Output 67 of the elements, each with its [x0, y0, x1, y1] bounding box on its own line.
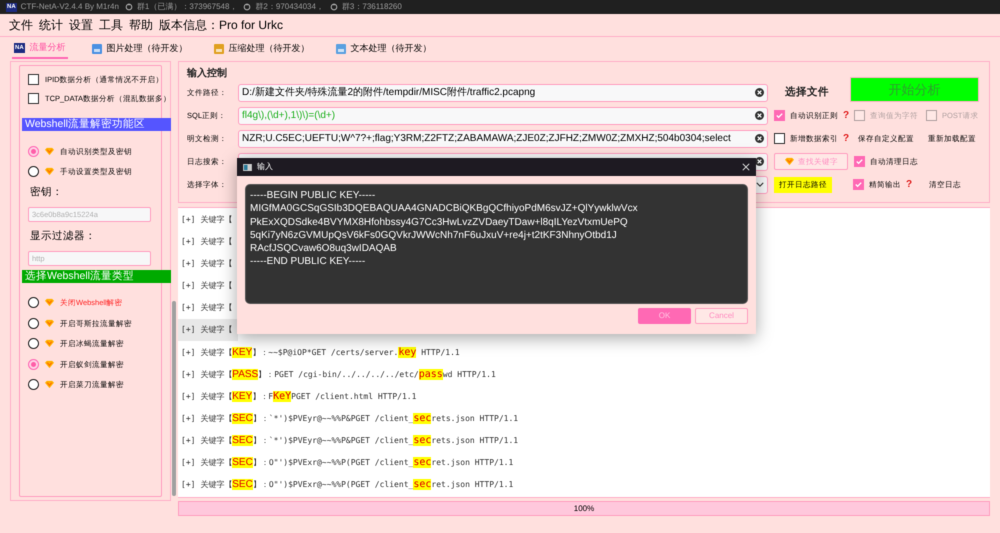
- log-line[interactable]: [+] 关键字【KEY】：FKeYPGET /client.html HTTP/1.1: [178, 385, 990, 407]
- help-icon[interactable]: ?: [843, 108, 850, 123]
- group-number: 群2：970434034，: [255, 1, 324, 13]
- input-field[interactable]: NZR;U.C5EC;UEFTU;W^7?+;flag;Y3RM;Z2FTZ;ZABAMAWA;ZJE0Z;ZJFHZ;ZMW0Z;ZMXHZ;504b0304;select: [238, 130, 768, 148]
- radio-button[interactable]: [28, 358, 39, 370]
- menu-item[interactable]: 文件: [9, 16, 33, 34]
- radio-button[interactable]: [28, 338, 39, 350]
- tab-icon: [92, 44, 102, 54]
- tab-icon: [214, 44, 224, 54]
- input-field[interactable]: D:/新建文件夹/特殊流量2的附件/tempdir/MISC附件/traffic2.pcapng: [238, 84, 768, 102]
- diamond-icon: [44, 360, 55, 369]
- help-icon[interactable]: ?: [906, 177, 912, 192]
- diamond-icon: [44, 298, 55, 308]
- diamond-icon: [44, 339, 55, 348]
- field-label: 密钥：: [29, 185, 64, 200]
- group-number: 群1（已满）：373967548，: [136, 1, 238, 13]
- checkbox[interactable]: [853, 179, 864, 190]
- log-line[interactable]: [+] 关键字【SEC】：`*')$PVEyr@~~%%P&PGET /client_sec rets.json HTTP/1.1: [178, 407, 990, 429]
- checkbox[interactable]: [28, 93, 39, 104]
- select-file-button[interactable]: 选择文件: [774, 84, 840, 100]
- radio-button[interactable]: [28, 318, 39, 329]
- tab[interactable]: 文本处理（待开发）: [334, 39, 434, 59]
- window-title: CTF-NetA-V2.4.4 By M1r4n: [20, 1, 119, 13]
- window-icon: [243, 164, 252, 170]
- checkbox[interactable]: [854, 156, 865, 167]
- clear-icon[interactable]: [755, 111, 764, 120]
- radio-button[interactable]: [28, 166, 39, 178]
- radio-button[interactable]: [28, 146, 39, 157]
- radio-button[interactable]: [28, 379, 39, 390]
- radio-button[interactable]: [28, 297, 39, 308]
- dialog-title: 输入: [257, 161, 274, 173]
- checkbox[interactable]: [774, 110, 785, 121]
- menu-item[interactable]: 工具: [99, 16, 123, 34]
- checkbox[interactable]: [28, 74, 39, 85]
- help-icon[interactable]: ?: [843, 131, 850, 146]
- diamond-icon: [44, 380, 55, 390]
- chevron-down-icon: [756, 182, 764, 187]
- log-line[interactable]: [+] 关键字【SEC】：O"')$PVExr@~~%%P(PGET /client_sec ret.json HTTP/1.1: [178, 451, 990, 473]
- diamond-icon: [44, 146, 55, 156]
- clear-icon[interactable]: [755, 88, 764, 97]
- group-number: 群3：736118260: [342, 1, 402, 13]
- section-header: 选择Webshell流量类型: [22, 270, 172, 282]
- power-icon: [243, 3, 252, 11]
- log-line[interactable]: [+] 关键字【SEC】：`*')$PVEyr@~~%%P&PGET /client_sec rets.json HTTP/1.1: [178, 429, 990, 451]
- tab[interactable]: 压缩处理（待开发）: [212, 39, 312, 59]
- field-label: 显示过滤器：: [29, 228, 97, 244]
- text-area[interactable]: -----BEGIN PUBLIC KEY----- MIGfMA0GCSqGSIb3DQEBAQUAA4GNADCBiQKBgQCfhiyoPdM6svJZ+QlYywklwVcx PkExXQDSdke4BVYMX8Hfohbssy4G7Cc3HwLvzZVDaeyTDaw+l8qILYezVtxmUePQ 5qKi7yN6zGVMUpQsV6kFs0GQVkrJWWcNh7nF6uJxuV+re4j+t2tKF3NhnyOtbd1J RAcfJSQCvaw6O8uq3wIDAQAB -----END PUBLIC KEY-----: [245, 184, 748, 304]
- checkbox[interactable]: [774, 133, 785, 144]
- log-line[interactable]: [+] 关键字【KEY】：~~$P@iOP*GET /certs/server.key HTTP/1.1: [178, 341, 990, 363]
- scrollbar-thumb[interactable]: [172, 301, 176, 496]
- section-title: 输入控制: [187, 66, 228, 81]
- clear-icon[interactable]: [755, 134, 764, 143]
- diamond-icon: [44, 167, 55, 176]
- diamond-icon: [44, 318, 55, 328]
- power-icon: [330, 3, 338, 11]
- tab-icon: [336, 44, 346, 54]
- log-line[interactable]: [+] 关键字【SEC】：O"')$PVExr@~~%%P(PGET /client_sec ret.json HTTP/1.1: [178, 473, 990, 495]
- tab[interactable]: 图片处理（待开发）: [90, 39, 190, 59]
- menu-item[interactable]: 帮助: [129, 16, 153, 34]
- diamond-icon: [784, 157, 795, 166]
- menu-item[interactable]: 设置: [69, 16, 93, 34]
- progress-label: 100%: [572, 502, 596, 514]
- section-header: Webshell流量解密功能区: [22, 118, 172, 131]
- menu-item[interactable]: 统计: [39, 16, 63, 34]
- power-icon: [124, 3, 133, 11]
- menu-item[interactable]: 版本信息：Pro for Urkc: [159, 16, 284, 34]
- close-icon[interactable]: [742, 163, 750, 171]
